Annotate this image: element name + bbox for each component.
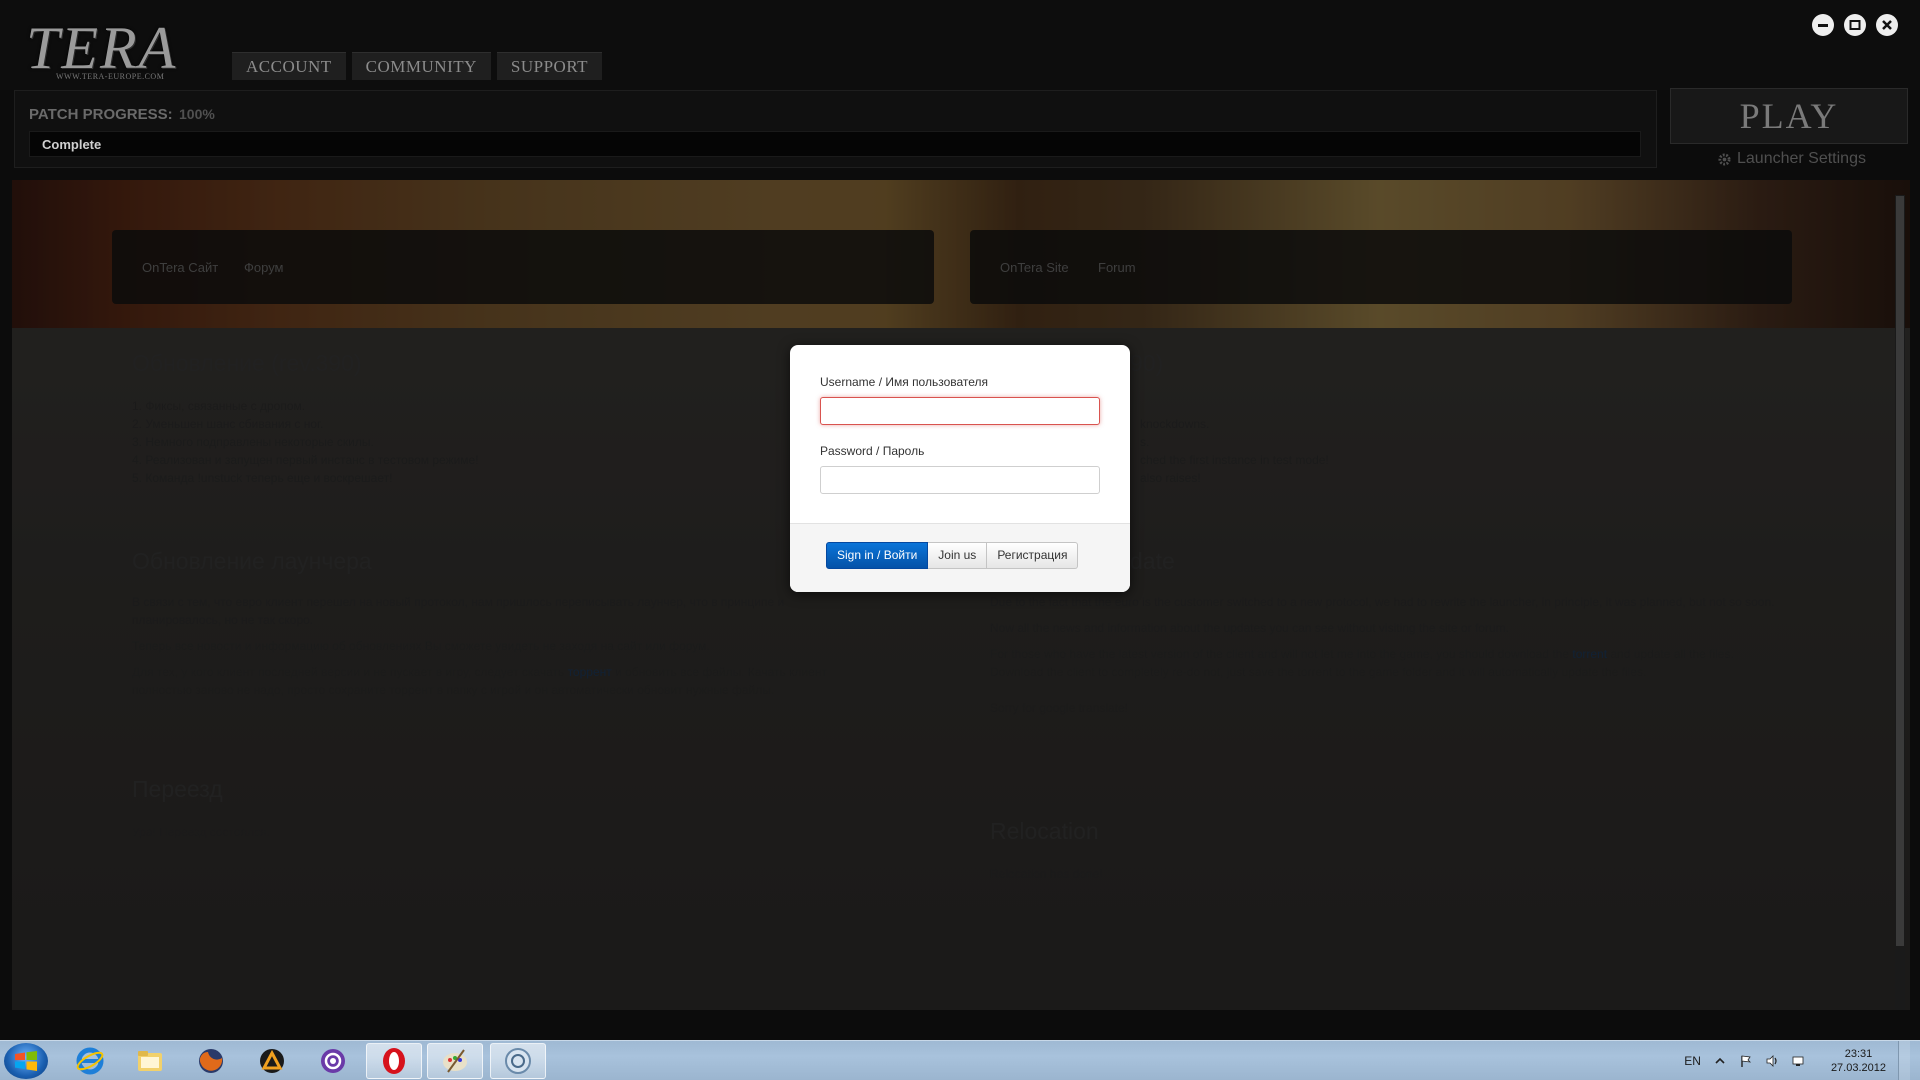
launcher-settings-link[interactable]: Launcher Settings [1718,150,1866,168]
join-us-button[interactable]: Join us [928,542,988,569]
maximize-button[interactable] [1844,14,1866,36]
username-label: Username / Имя пользователя [820,375,989,389]
patch-progress-label: PATCH PROGRESS: [29,106,173,123]
top-navigation: ACCOUNT COMMUNITY SUPPORT [232,52,603,80]
password-label: Password / Пароль [820,444,925,458]
tera-launcher-icon [505,1048,531,1074]
show-desktop-button[interactable] [1898,1041,1910,1080]
taskbar-paint[interactable] [427,1043,483,1079]
username-input[interactable] [820,397,1100,425]
firefox-icon [199,1049,223,1073]
taskbar-bittorrent[interactable] [305,1043,361,1079]
taskbar-opera[interactable] [366,1043,422,1079]
register-button[interactable]: Регистрация [987,542,1079,569]
maximize-icon [1849,20,1861,30]
login-dialog: Username / Имя пользователя Password / П… [790,345,1130,592]
close-icon [1882,20,1892,30]
network-icon[interactable] [1791,1054,1805,1068]
minimize-button[interactable] [1812,14,1834,36]
clock[interactable]: 23:31 27.03.2012 [1831,1047,1886,1075]
password-input[interactable] [820,466,1100,494]
clock-date: 27.03.2012 [1830,1062,1886,1074]
gear-icon [1718,152,1731,166]
start-button[interactable] [4,1043,48,1079]
action-center-flag-icon[interactable] [1739,1054,1753,1068]
clock-time: 23:31 [1844,1048,1873,1060]
taskbar-internet-explorer[interactable] [62,1043,118,1079]
sign-in-button[interactable]: Sign in / Войти [826,542,929,569]
tera-logo: TERA WWW.TERA-EUROPE.COM [26,14,196,84]
patch-panel: PATCH PROGRESS: 100% Complete [14,90,1657,168]
news-content: OnTera Сайт Форум OnTera Site Forum Обно… [12,180,1910,1010]
minimize-icon [1818,24,1828,27]
taskbar-firefox[interactable] [183,1043,239,1079]
nav-account[interactable]: ACCOUNT [232,52,346,80]
play-label: PLAY [1739,96,1839,136]
modal-backdrop [12,180,1910,1010]
patch-status: Complete [42,137,102,152]
launcher-settings-label: Launcher Settings [1737,150,1866,167]
window-controls [1812,14,1898,36]
taskbar-aimp[interactable] [244,1043,300,1079]
volume-icon[interactable] [1765,1054,1779,1068]
show-hidden-icons-icon[interactable] [1713,1054,1727,1068]
windows-logo-icon [15,1051,37,1071]
nav-support[interactable]: SUPPORT [496,52,603,80]
patch-progress-bar: Complete [29,131,1641,157]
launcher-window: TERA WWW.TERA-EUROPE.COM ACCOUNT COMMUNI… [0,0,1920,1080]
close-button[interactable] [1876,14,1898,36]
dialog-buttons: Sign in / Войти Join us Регистрация [826,542,1079,569]
windows-taskbar: EN 23:31 27.03.2012 [0,1040,1920,1080]
opera-icon [383,1048,405,1074]
bittorrent-icon [321,1049,345,1073]
aimp-icon [260,1049,284,1073]
patch-progress-value: 100% [179,106,215,122]
paint-icon [443,1049,467,1073]
language-indicator[interactable]: EN [1684,1054,1701,1068]
header: TERA WWW.TERA-EUROPE.COM ACCOUNT COMMUNI… [0,0,1920,90]
system-tray: EN 23:31 27.03.2012 [1684,1041,1910,1080]
taskbar-tera-launcher[interactable] [490,1043,546,1079]
scrollbar-thumb[interactable] [1896,196,1904,946]
taskbar-file-explorer[interactable] [122,1043,178,1079]
internet-explorer-icon [76,1047,104,1075]
folder-icon [138,1051,162,1071]
nav-community[interactable]: COMMUNITY [351,52,491,80]
logo-url: WWW.TERA-EUROPE.COM [56,72,165,81]
dialog-footer: Sign in / Войти Join us Регистрация [790,523,1130,592]
play-button[interactable]: PLAY [1670,88,1908,144]
